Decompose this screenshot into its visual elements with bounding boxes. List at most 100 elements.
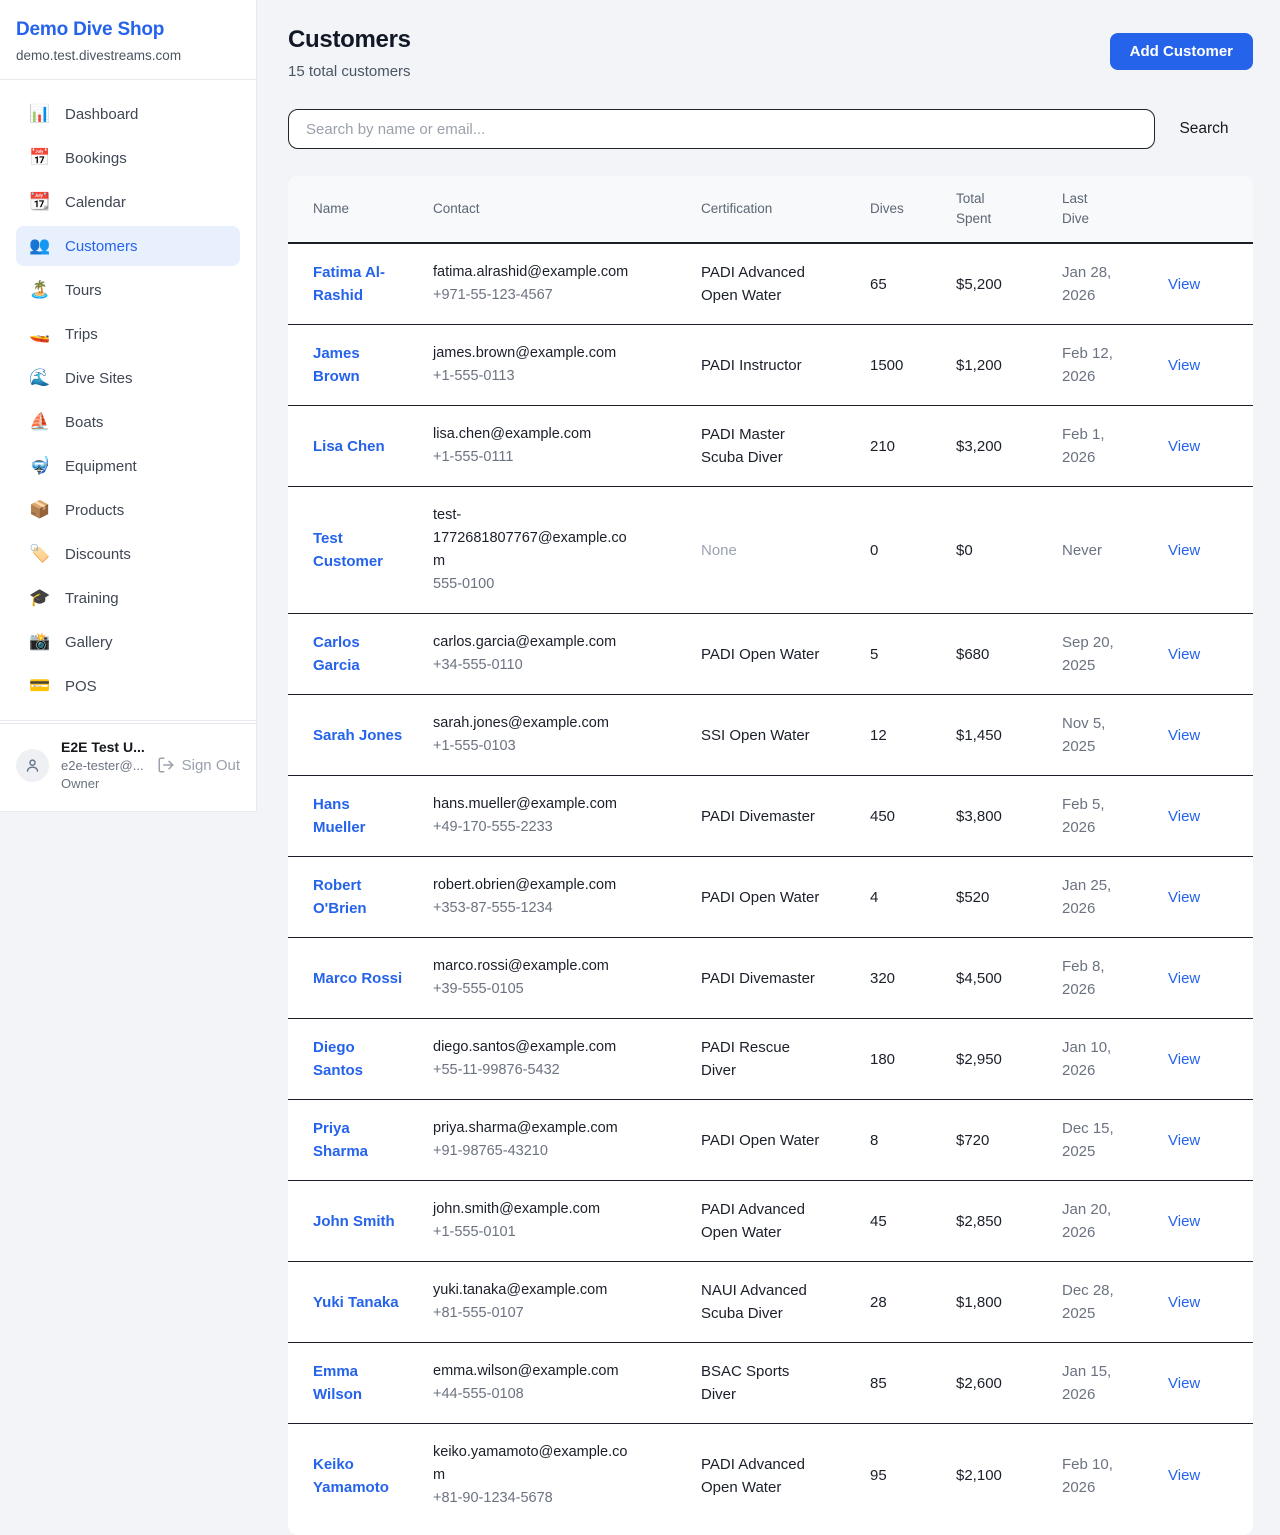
search-button[interactable]: Search bbox=[1155, 120, 1253, 138]
sidebar-item-gallery[interactable]: 📸 Gallery bbox=[16, 622, 240, 662]
customer-email: fatima.alrashid@example.com bbox=[433, 261, 635, 284]
customer-name-link[interactable]: Robert O'Brien bbox=[313, 877, 367, 917]
customer-email: lisa.chen@example.com bbox=[433, 423, 635, 446]
view-customer-link[interactable]: View bbox=[1168, 357, 1200, 374]
customer-count: 15 total customers bbox=[288, 63, 411, 80]
view-customer-link[interactable]: View bbox=[1168, 1467, 1200, 1484]
customer-name-link[interactable]: Test Customer bbox=[313, 530, 383, 570]
dive-sites-icon: 🌊 bbox=[28, 368, 52, 388]
sidebar-item-discounts[interactable]: 🏷️ Discounts bbox=[16, 534, 240, 574]
customer-phone: +1-555-0101 bbox=[433, 1221, 635, 1244]
customer-name-link[interactable]: Lisa Chen bbox=[313, 438, 385, 455]
user-info: E2E Test U... e2e-tester@... Owner bbox=[61, 739, 153, 791]
sidebar-item-dashboard[interactable]: 📊 Dashboard bbox=[16, 94, 240, 134]
table-row: James Brown james.brown@example.com +1-5… bbox=[288, 325, 1253, 406]
view-customer-link[interactable]: View bbox=[1168, 646, 1200, 663]
column-header-actions bbox=[1168, 176, 1253, 243]
sidebar-item-products[interactable]: 📦 Products bbox=[16, 490, 240, 530]
customer-dives: 12 bbox=[870, 695, 956, 776]
table-row: Diego Santos diego.santos@example.com +5… bbox=[288, 1019, 1253, 1100]
table-row: Emma Wilson emma.wilson@example.com +44-… bbox=[288, 1343, 1253, 1424]
trips-icon: 🚤 bbox=[28, 324, 52, 344]
customer-phone: +44-555-0108 bbox=[433, 1383, 635, 1406]
view-customer-link[interactable]: View bbox=[1168, 1051, 1200, 1068]
customer-name-link[interactable]: Emma Wilson bbox=[313, 1363, 362, 1403]
customer-phone: +34-555-0110 bbox=[433, 654, 635, 677]
customer-total-spent: $680 bbox=[956, 614, 1062, 695]
sidebar-item-dive-sites[interactable]: 🌊 Dive Sites bbox=[16, 358, 240, 398]
sidebar-item-tours[interactable]: 🏝️ Tours bbox=[16, 270, 240, 310]
sidebar-item-trips[interactable]: 🚤 Trips bbox=[16, 314, 240, 354]
customer-name-link[interactable]: Carlos Garcia bbox=[313, 634, 360, 674]
sidebar-item-bookings[interactable]: 📅 Bookings bbox=[16, 138, 240, 178]
sidebar-item-pos[interactable]: 💳 POS bbox=[16, 666, 240, 706]
shop-domain: demo.test.divestreams.com bbox=[16, 48, 240, 63]
main-content: Customers 15 total customers Add Custome… bbox=[257, 0, 1280, 1535]
table-row: Hans Mueller hans.mueller@example.com +4… bbox=[288, 776, 1253, 857]
view-customer-link[interactable]: View bbox=[1168, 808, 1200, 825]
customer-last-dive: Feb 5, 2026 bbox=[1062, 776, 1168, 857]
customer-last-dive: Feb 10, 2026 bbox=[1062, 1424, 1168, 1528]
sidebar-item-training[interactable]: 🎓 Training bbox=[16, 578, 240, 618]
customer-last-dive: Feb 1, 2026 bbox=[1062, 406, 1168, 487]
sign-out-button[interactable]: Sign Out bbox=[157, 756, 240, 774]
view-customer-link[interactable]: View bbox=[1168, 276, 1200, 293]
customer-email: hans.mueller@example.com bbox=[433, 793, 635, 816]
customer-name-link[interactable]: Keiko Yamamoto bbox=[313, 1456, 389, 1496]
customer-last-dive: Nov 5, 2025 bbox=[1062, 695, 1168, 776]
sidebar-item-customers[interactable]: 👥 Customers bbox=[16, 226, 240, 266]
customer-name-link[interactable]: Marco Rossi bbox=[313, 970, 402, 987]
customer-total-spent: $2,850 bbox=[956, 1181, 1062, 1262]
view-customer-link[interactable]: View bbox=[1168, 889, 1200, 906]
sidebar-item-boats[interactable]: ⛵ Boats bbox=[16, 402, 240, 442]
customer-last-dive: Never bbox=[1062, 487, 1168, 614]
view-customer-link[interactable]: View bbox=[1168, 1294, 1200, 1311]
customer-email: carlos.garcia@example.com bbox=[433, 631, 635, 654]
column-header-dives: Dives bbox=[870, 176, 956, 243]
sidebar-item-label: Dashboard bbox=[65, 106, 138, 123]
customer-name-link[interactable]: Priya Sharma bbox=[313, 1120, 368, 1160]
customer-certification: SSI Open Water bbox=[701, 695, 870, 776]
sidebar-item-label: Discounts bbox=[65, 546, 131, 563]
customer-last-dive: Jan 28, 2026 bbox=[1062, 243, 1168, 325]
view-customer-link[interactable]: View bbox=[1168, 1213, 1200, 1230]
view-customer-link[interactable]: View bbox=[1168, 727, 1200, 744]
user-section: E2E Test U... e2e-tester@... Owner Sign … bbox=[0, 723, 256, 811]
view-customer-link[interactable]: View bbox=[1168, 970, 1200, 987]
customer-dives: 5 bbox=[870, 614, 956, 695]
view-customer-link[interactable]: View bbox=[1168, 1132, 1200, 1149]
customer-name-link[interactable]: James Brown bbox=[313, 345, 360, 385]
customer-name-link[interactable]: John Smith bbox=[313, 1213, 395, 1230]
customer-dives: 1500 bbox=[870, 325, 956, 406]
customer-total-spent: $1,800 bbox=[956, 1262, 1062, 1343]
customer-dives: 45 bbox=[870, 1181, 956, 1262]
customer-email: robert.obrien@example.com bbox=[433, 874, 635, 897]
view-customer-link[interactable]: View bbox=[1168, 542, 1200, 559]
view-customer-link[interactable]: View bbox=[1168, 438, 1200, 455]
sidebar-item-calendar[interactable]: 📆 Calendar bbox=[16, 182, 240, 222]
search-input[interactable] bbox=[288, 109, 1155, 149]
customer-phone: +1-555-0103 bbox=[433, 735, 635, 758]
customer-last-dive: Jan 10, 2026 bbox=[1062, 1019, 1168, 1100]
customer-name-link[interactable]: Diego Santos bbox=[313, 1039, 363, 1079]
customer-email: yuki.tanaka@example.com bbox=[433, 1279, 635, 1302]
view-customer-link[interactable]: View bbox=[1168, 1375, 1200, 1392]
customer-name-link[interactable]: Hans Mueller bbox=[313, 796, 366, 836]
customer-name-link[interactable]: Fatima Al-Rashid bbox=[313, 264, 385, 304]
customer-dives: 180 bbox=[870, 1019, 956, 1100]
customer-email: john.smith@example.com bbox=[433, 1198, 635, 1221]
customer-certification: PADI Master Scuba Diver bbox=[701, 406, 870, 487]
customer-name-link[interactable]: Yuki Tanaka bbox=[313, 1294, 399, 1311]
customer-phone: +39-555-0105 bbox=[433, 978, 635, 1001]
customer-phone: +353-87-555-1234 bbox=[433, 897, 635, 920]
training-icon: 🎓 bbox=[28, 588, 52, 608]
customer-name-link[interactable]: Sarah Jones bbox=[313, 727, 402, 744]
add-customer-button[interactable]: Add Customer bbox=[1110, 33, 1253, 70]
sidebar-item-label: Training bbox=[65, 590, 119, 607]
tours-icon: 🏝️ bbox=[28, 280, 52, 300]
customer-dives: 65 bbox=[870, 243, 956, 325]
customer-phone: +91-98765-43210 bbox=[433, 1140, 635, 1163]
sidebar-item-label: Trips bbox=[65, 326, 98, 343]
table-row: Carlos Garcia carlos.garcia@example.com … bbox=[288, 614, 1253, 695]
sidebar-item-equipment[interactable]: 🤿 Equipment bbox=[16, 446, 240, 486]
